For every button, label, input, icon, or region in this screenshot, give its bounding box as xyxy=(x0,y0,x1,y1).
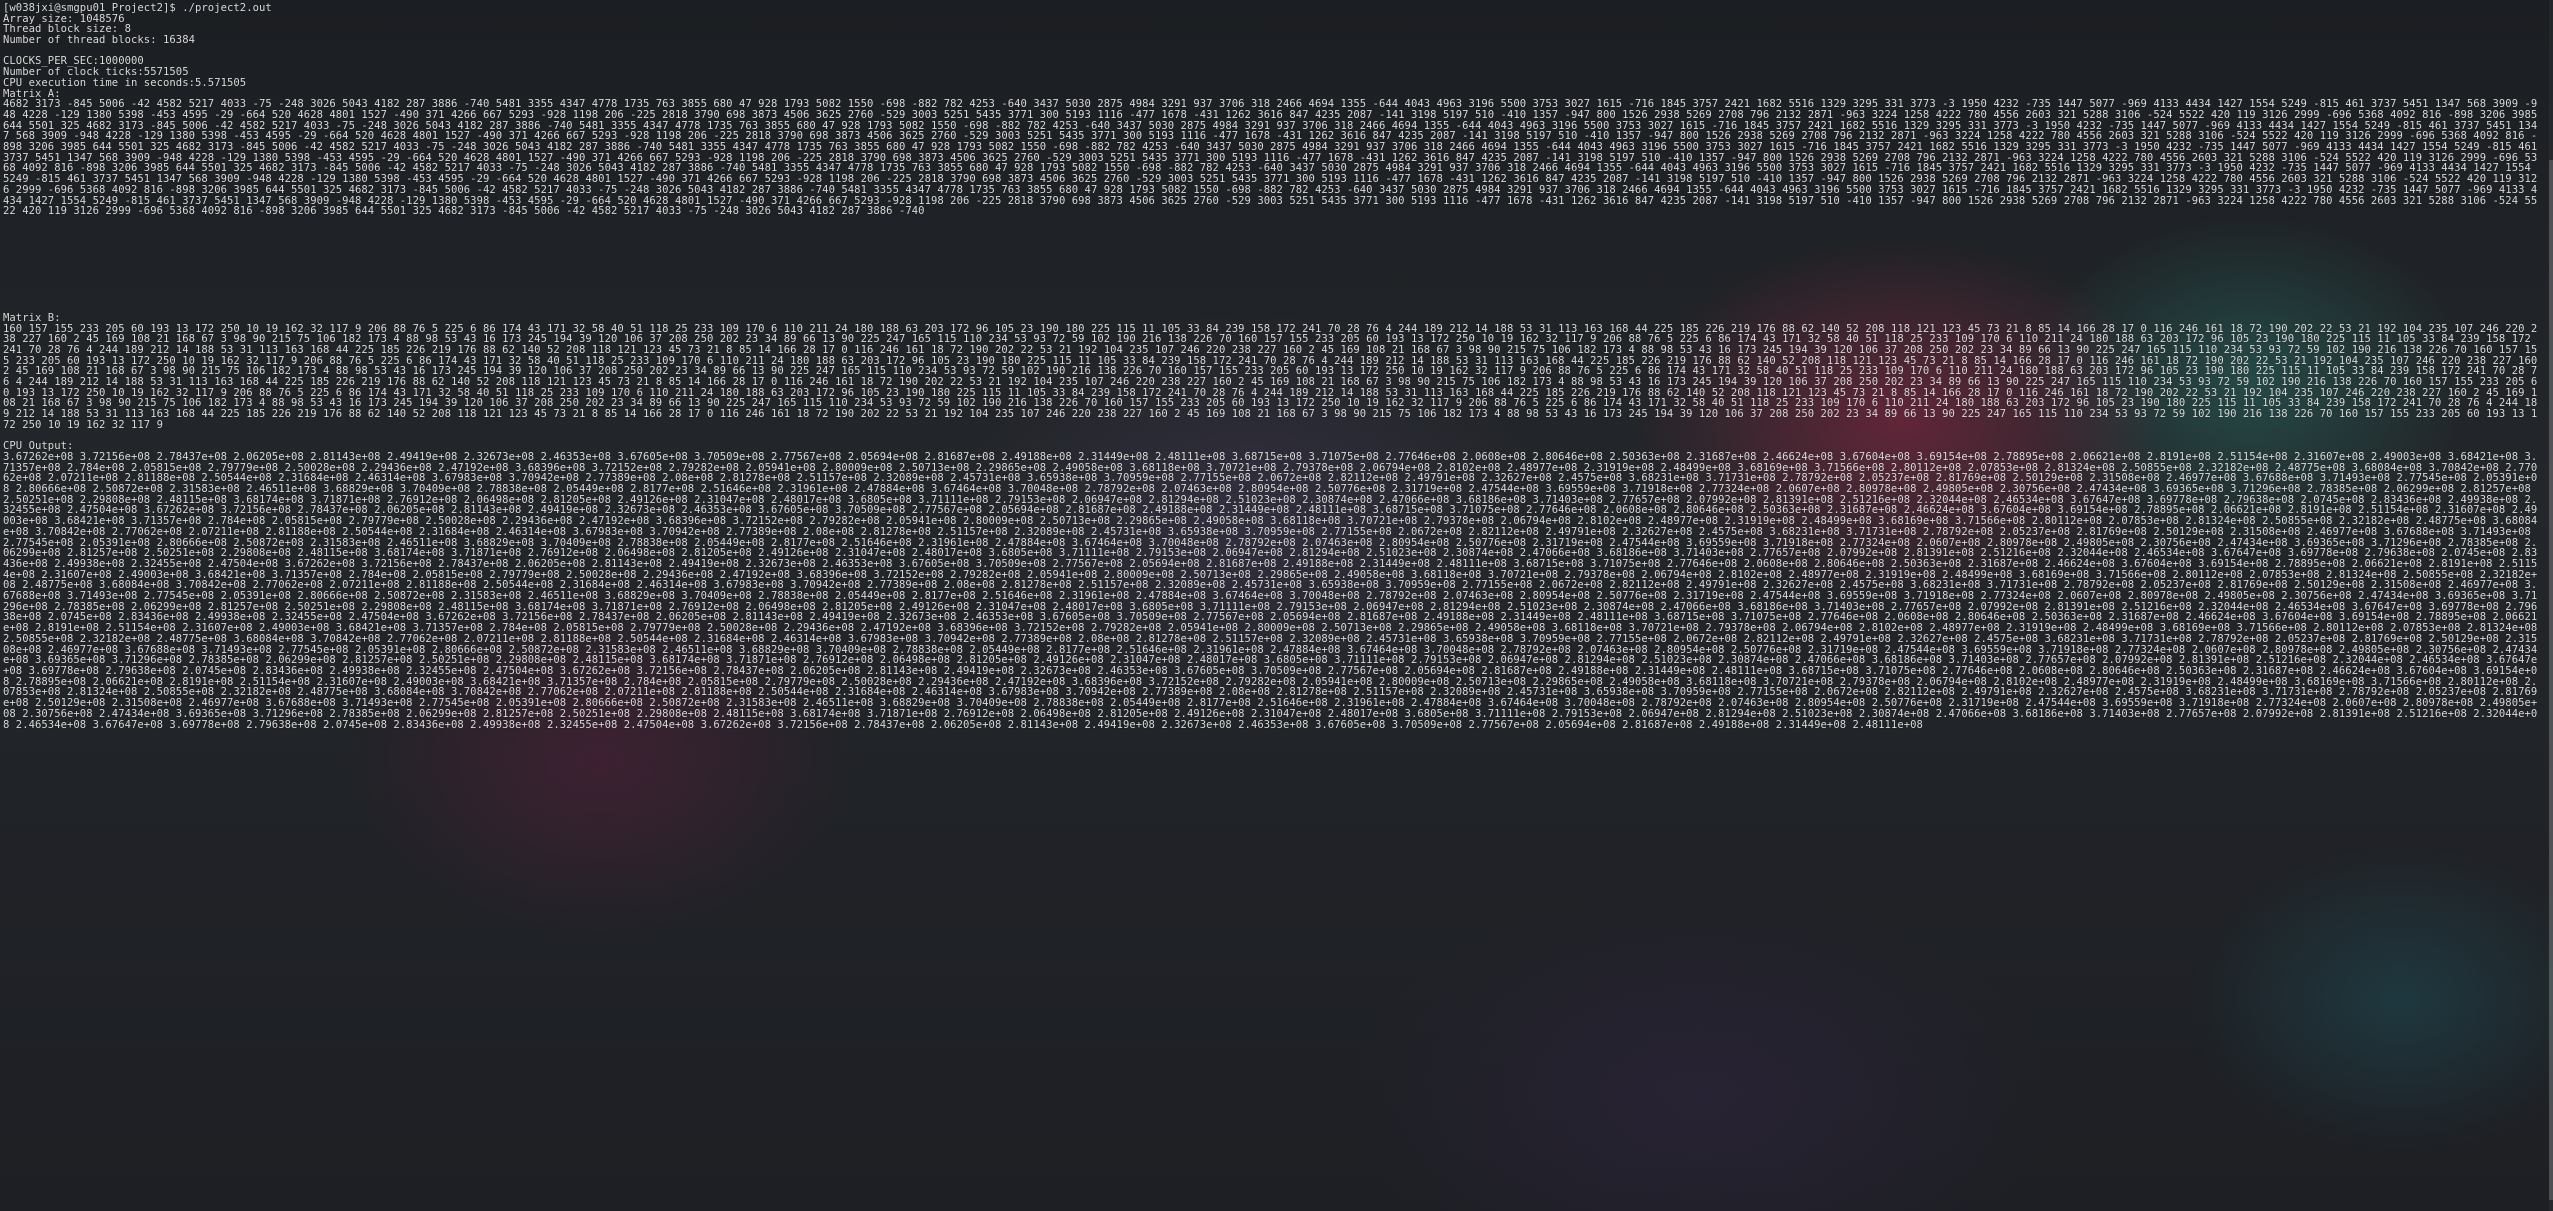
terminal-scrollbar[interactable] xyxy=(2549,0,2553,1211)
clock-ticks-line: Number of clock ticks:5571505 xyxy=(3,67,189,78)
thread-block-count-line: Number of thread blocks: 16384 xyxy=(3,35,195,46)
matrix-a-values: 4682 3173 -845 5006 -42 4582 5217 4033 -… xyxy=(3,99,2538,218)
cpu-output-label: CPU Output: xyxy=(3,441,74,452)
matrix-b-values: 160 157 155 233 205 60 193 13 172 250 10… xyxy=(3,323,2538,431)
cpu-output-values: 3.67262e+08 3.72156e+08 2.78437e+08 2.06… xyxy=(3,451,2538,731)
matrix-b-label: Matrix B: xyxy=(3,312,61,324)
scrollbar-thumb[interactable] xyxy=(2549,160,2553,1200)
command-prompt: [w038jxi@smgpu01 Project2]$ ./project2.o… xyxy=(3,3,272,14)
matrix-a-label: Matrix A: xyxy=(3,88,61,100)
terminal-window[interactable]: [w038jxi@smgpu01 Project2]$ ./project2.o… xyxy=(3,3,2543,1208)
thread-block-size-line: Thread block size: 8 xyxy=(3,24,131,36)
array-size-line: Array size: 1048576 xyxy=(3,13,125,25)
cpu-time-line: CPU execution time in seconds:5.571505 xyxy=(3,77,247,89)
clocks-per-sec-line: CLOCKS_PER_SEC:1000000 xyxy=(3,56,144,68)
